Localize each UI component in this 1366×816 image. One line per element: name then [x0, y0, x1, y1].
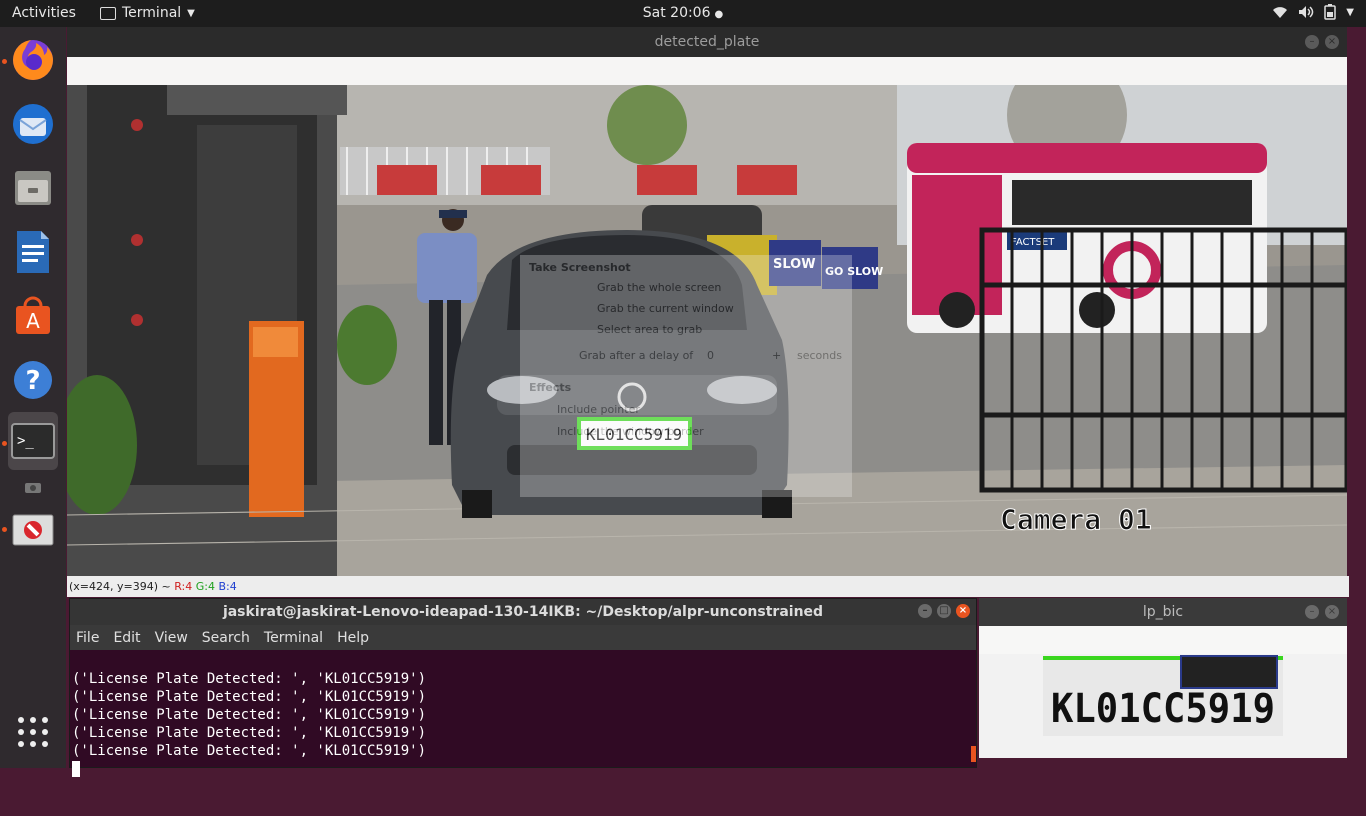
output-line: ('License Plate Detected: ', 'KL01CC5919… — [72, 671, 427, 687]
dock-show-apps[interactable] — [8, 707, 58, 757]
running-indicator — [2, 59, 7, 64]
show-apps-icon — [18, 717, 48, 747]
app-menu-label: Terminal — [122, 5, 182, 21]
screenshot-dialog-ghost: Take Screenshot Grab the whole screen Gr… — [520, 255, 852, 497]
output-line: ('License Plate Detected: ', 'KL01CC5919… — [72, 743, 427, 759]
scrollbar[interactable] — [971, 650, 976, 766]
dock-help[interactable]: ? — [8, 355, 58, 405]
menu-terminal[interactable]: Terminal — [264, 630, 323, 646]
pixel-blue: B:4 — [218, 580, 237, 593]
close-button[interactable]: × — [956, 604, 970, 618]
dock: A ? >_ — [0, 27, 66, 768]
minimize-button[interactable]: – — [918, 604, 932, 618]
svg-text:Include pointer: Include pointer — [557, 403, 640, 416]
svg-text:0: 0 — [707, 349, 714, 362]
svg-text:A: A — [26, 309, 40, 333]
chevron-down-icon: ▼ — [187, 7, 195, 19]
minimize-button[interactable]: – — [1305, 35, 1319, 49]
screenshot-icon — [25, 483, 41, 493]
svg-text:Grab after a delay of: Grab after a delay of — [579, 349, 694, 362]
text-cursor — [72, 761, 80, 777]
svg-text:Include the window border: Include the window border — [557, 425, 704, 438]
svg-text:?: ? — [25, 366, 40, 396]
bus-logo-text: FACTSET — [1011, 237, 1055, 248]
pixel-red: R:4 — [174, 580, 193, 593]
dock-software[interactable]: A — [8, 291, 58, 341]
menu-bar: File Edit View Search Terminal Help — [70, 625, 976, 650]
menu-help[interactable]: Help — [337, 630, 369, 646]
terminal-icon — [100, 6, 116, 20]
window-toolbar — [979, 626, 1347, 654]
clock[interactable]: Sat 20:06 — [643, 5, 711, 21]
output-line: ('License Plate Detected: ', 'KL01CC5919… — [72, 689, 427, 705]
wifi-icon — [1273, 7, 1288, 18]
pixel-green: G:4 — [195, 580, 215, 593]
thunderbird-icon — [13, 104, 53, 144]
detected-plate-window: detected_plate – × GO SLOW FACTSET Take … — [67, 27, 1349, 597]
chevron-down-icon: ▼ — [1346, 6, 1354, 18]
dock-thunderbird[interactable] — [8, 99, 58, 149]
output-line: ('License Plate Detected: ', 'KL01CC5919… — [72, 707, 427, 723]
software-icon: A — [16, 296, 50, 334]
menu-edit[interactable]: Edit — [113, 630, 140, 646]
terminal-window[interactable]: jaskirat@jaskirat-Lenovo-ideapad-130-14I… — [69, 598, 977, 777]
battery-icon — [1324, 4, 1337, 20]
dock-blocked-app[interactable] — [8, 505, 58, 555]
close-button[interactable]: × — [1325, 35, 1339, 49]
svg-text:Take Screenshot: Take Screenshot — [529, 261, 631, 274]
dock-firefox[interactable] — [8, 35, 58, 85]
window-titlebar[interactable]: detected_plate – × — [67, 27, 1347, 57]
terminal-output[interactable]: ('License Plate Detected: ', 'KL01CC5919… — [70, 650, 976, 816]
camera-label: Camera 01 — [1000, 503, 1152, 536]
plate-crop-text: KL01CC5919 — [1051, 686, 1275, 732]
dock-writer[interactable] — [8, 227, 58, 277]
files-icon — [15, 171, 51, 205]
menu-file[interactable]: File — [76, 630, 99, 646]
svg-text:seconds: seconds — [797, 349, 842, 362]
pixel-coords: (x=424, y=394) ~ — [69, 580, 171, 593]
camera-image: SLOW GO SLOW FACTSET — [67, 85, 1347, 576]
svg-text:>_: >_ — [17, 433, 34, 449]
window-title: detected_plate — [654, 34, 760, 50]
close-button[interactable]: × — [1325, 605, 1339, 619]
firefox-icon — [13, 40, 53, 80]
activities-button[interactable]: Activities — [12, 5, 76, 21]
running-indicator — [2, 527, 7, 532]
status-bar: (x=424, y=394) ~ R:4 G:4 B:4 — [67, 576, 1349, 597]
blocked-app-icon — [12, 514, 54, 546]
scrollbar-thumb[interactable] — [971, 746, 976, 762]
svg-text:Effects: Effects — [529, 381, 572, 394]
window-title: jaskirat@jaskirat-Lenovo-ideapad-130-14I… — [222, 604, 824, 620]
window-titlebar[interactable]: jaskirat@jaskirat-Lenovo-ideapad-130-14I… — [70, 599, 976, 625]
running-indicator — [2, 441, 7, 446]
volume-icon — [1299, 6, 1314, 18]
window-title: lp_bic — [1142, 604, 1184, 620]
minimize-button[interactable]: – — [1305, 605, 1319, 619]
window-titlebar[interactable]: lp_bic – × — [979, 598, 1347, 626]
camera-frame: SLOW GO SLOW FACTSET — [67, 85, 1347, 576]
dock-files[interactable] — [8, 163, 58, 213]
output-line: ('License Plate Detected: ', 'KL01CC5919… — [72, 725, 427, 741]
dock-screenshot[interactable] — [8, 475, 58, 499]
maximize-button[interactable]: □ — [937, 604, 951, 618]
svg-text:Grab the current window: Grab the current window — [597, 302, 734, 315]
menu-search[interactable]: Search — [202, 630, 250, 646]
system-tray[interactable]: ▼ — [1272, 4, 1354, 20]
app-menu[interactable]: Terminal ▼ — [100, 5, 195, 21]
svg-text:Grab the whole screen: Grab the whole screen — [597, 281, 721, 294]
plate-crop-image: KL01CC5919 — [1043, 655, 1283, 736]
lp-bic-window: lp_bic – × KL01CC5919 — [979, 598, 1347, 758]
svg-text:+: + — [772, 349, 781, 362]
window-toolbar — [67, 57, 1347, 85]
writer-icon — [17, 231, 49, 273]
help-icon: ? — [14, 361, 52, 399]
top-bar: Activities Terminal ▼ Sat 20:06 ● ▼ — [0, 0, 1366, 27]
terminal-icon: >_ — [11, 423, 55, 459]
dock-terminal[interactable]: >_ — [8, 412, 58, 470]
menu-view[interactable]: View — [155, 630, 188, 646]
notification-dot-icon: ● — [714, 9, 724, 20]
svg-text:Select area to grab: Select area to grab — [597, 323, 702, 336]
